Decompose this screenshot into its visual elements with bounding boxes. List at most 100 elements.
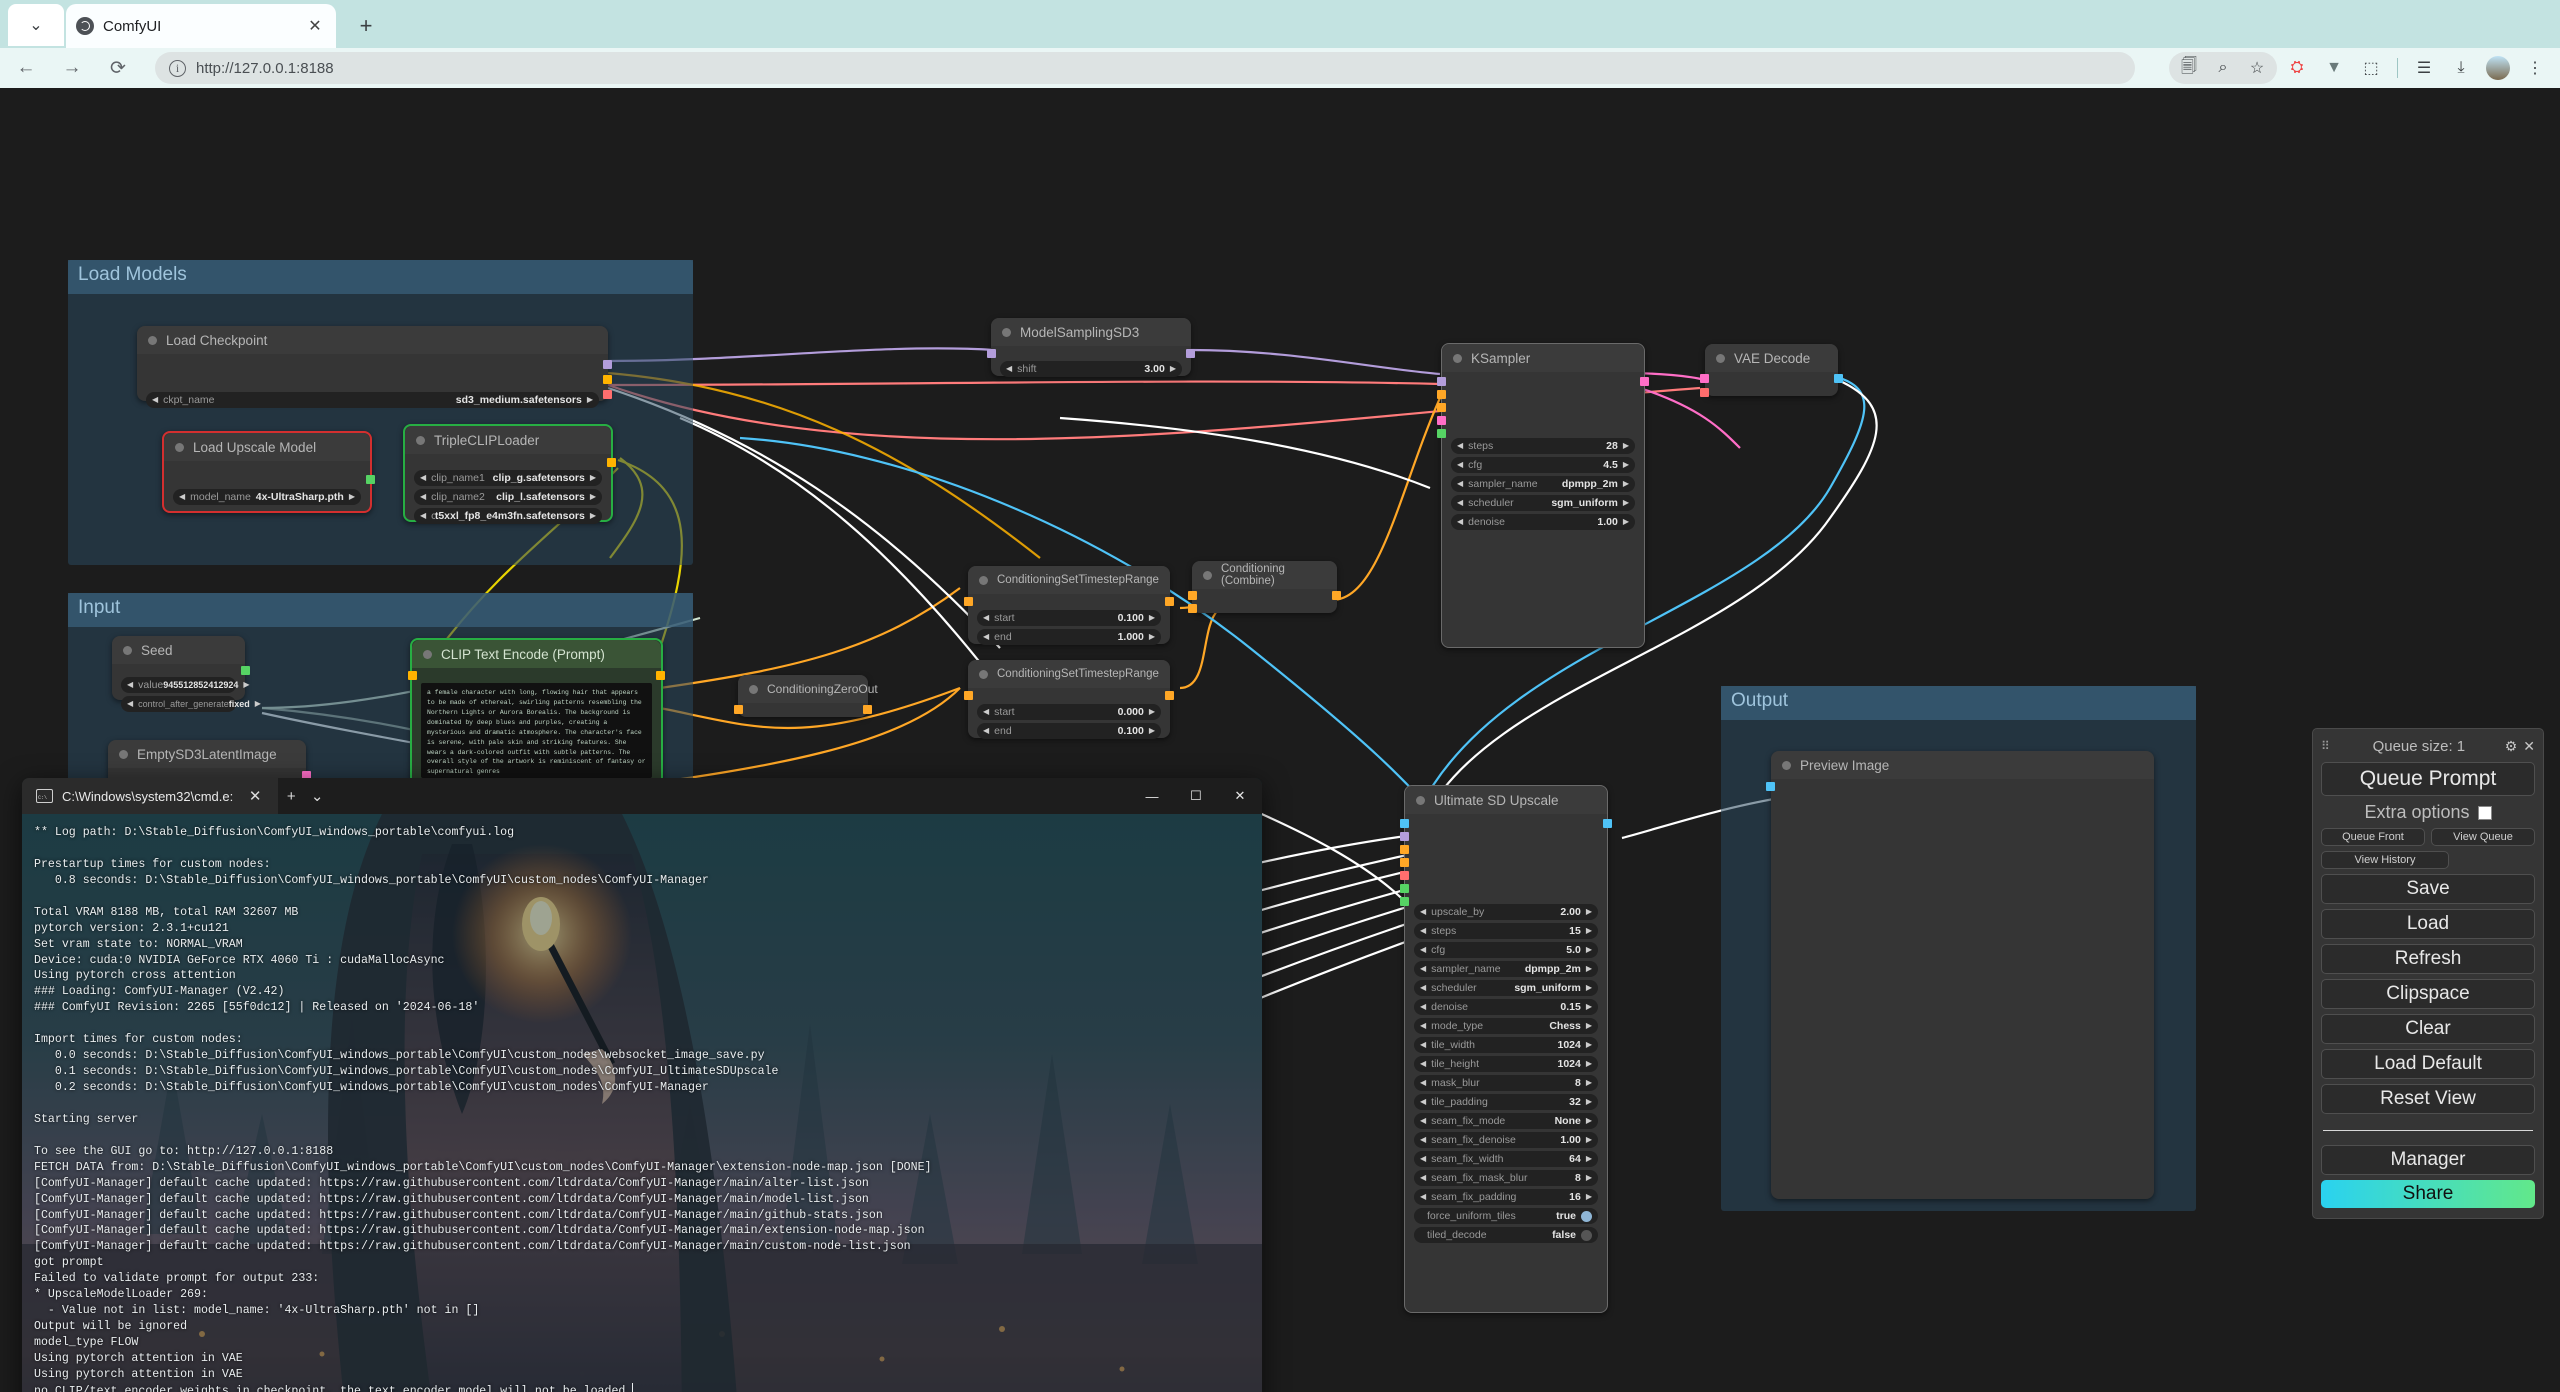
increment-arrow-icon[interactable]: ▶ [1586, 1041, 1592, 1049]
profile-avatar[interactable] [2481, 52, 2515, 84]
widget-seam-fix-mode[interactable]: ◀ seam_fix_mode None ▶ [1414, 1113, 1598, 1129]
decrement-arrow-icon[interactable]: ◀ [1420, 927, 1426, 935]
widget-tiled-decode[interactable]: tiled_decode false [1414, 1227, 1598, 1243]
node-clip-text-encode[interactable]: CLIP Text Encode (Prompt) a female chara… [408, 638, 665, 790]
back-icon[interactable]: ← [6, 52, 46, 84]
increment-arrow-icon[interactable]: ▶ [255, 700, 261, 708]
gear-icon[interactable]: ⚙ [2505, 738, 2518, 755]
port-conditioning-2-input[interactable] [1188, 604, 1197, 613]
decrement-arrow-icon[interactable]: ◀ [1420, 908, 1426, 916]
chevron-down-icon[interactable]: ⌄ [304, 787, 330, 805]
load-default-button[interactable]: Load Default [2321, 1049, 2535, 1079]
decrement-arrow-icon[interactable]: ◀ [1457, 442, 1463, 450]
address-bar[interactable]: i http://127.0.0.1:8188 [155, 52, 2135, 84]
widget-scheduler[interactable]: ◀ scheduler sgm_uniform ▶ [1414, 980, 1598, 996]
widget-seam-fix-mask-blur[interactable]: ◀ seam_fix_mask_blur 8 ▶ [1414, 1170, 1598, 1186]
widget-clip-name2[interactable]: ◀ clip_name2 clip_l.safetensors ▶ [414, 489, 602, 505]
port-images-input[interactable] [1766, 782, 1775, 791]
collapse-dot-icon[interactable] [979, 575, 988, 585]
port-image-output[interactable] [1834, 374, 1843, 383]
new-tab-button[interactable]: + [350, 10, 382, 42]
node-ultimate-sd-upscale[interactable]: Ultimate SD Upscale ◀ upscale_by 2.00 ▶ ◀ ste… [1400, 785, 1612, 1313]
increment-arrow-icon[interactable]: ▶ [1623, 461, 1629, 469]
decrement-arrow-icon[interactable]: ◀ [1420, 1060, 1426, 1068]
port-model-output[interactable] [603, 360, 612, 369]
widget-model-name[interactable]: ◀ model_name 4x-UltraSharp.pth ▶ [173, 489, 361, 505]
decrement-arrow-icon[interactable]: ◀ [983, 727, 989, 735]
node-header[interactable]: ConditioningSetTimestepRange [968, 566, 1170, 594]
port-image-output[interactable] [1603, 819, 1612, 828]
collapse-dot-icon[interactable] [1416, 795, 1425, 805]
decrement-arrow-icon[interactable]: ◀ [1006, 365, 1012, 373]
decrement-arrow-icon[interactable]: ◀ [1420, 965, 1426, 973]
widget-sampler-name[interactable]: ◀ sampler_name dpmpp_2m ▶ [1451, 476, 1635, 492]
decrement-arrow-icon[interactable]: ◀ [152, 396, 158, 404]
decrement-arrow-icon[interactable]: ◀ [420, 512, 426, 520]
decrement-arrow-icon[interactable]: ◀ [1420, 1136, 1426, 1144]
toggle-knob[interactable] [1581, 1210, 1592, 1222]
increment-arrow-icon[interactable]: ▶ [590, 493, 596, 501]
increment-arrow-icon[interactable]: ▶ [1586, 1022, 1592, 1030]
port-model-output[interactable] [1186, 349, 1195, 358]
node-header[interactable]: ConditioningSetTimestepRange [968, 660, 1170, 688]
widget-tile-width[interactable]: ◀ tile_width 1024 ▶ [1414, 1037, 1598, 1053]
decrement-arrow-icon[interactable]: ◀ [1420, 1003, 1426, 1011]
port-seed-output[interactable] [241, 666, 250, 675]
port-upscale-model-output[interactable] [366, 475, 375, 484]
port-conditioning-output[interactable] [656, 671, 665, 680]
widget-steps[interactable]: ◀ steps 15 ▶ [1414, 923, 1598, 939]
close-icon[interactable]: ✕ [304, 15, 326, 37]
node-vae-decode[interactable]: VAE Decode [1700, 344, 1843, 397]
node-load-upscale-model[interactable]: Load Upscale Model ◀ model_name 4x-Ultra… [162, 431, 375, 513]
node-header[interactable]: Seed [112, 636, 245, 664]
decrement-arrow-icon[interactable]: ◀ [1420, 984, 1426, 992]
port-clip-output[interactable] [607, 458, 616, 467]
comfyui-canvas[interactable]: Load Models Input Output Load Checkpoint… [0, 88, 2560, 1392]
terminal-window[interactable]: C:\ C:\Windows\system32\cmd.e: ✕ + ⌄ — ☐… [22, 778, 1262, 1392]
widget-clip-name1[interactable]: ◀ clip_name1 clip_g.safetensors ▶ [414, 470, 602, 486]
node-header[interactable]: VAE Decode [1705, 344, 1838, 372]
increment-arrow-icon[interactable]: ▶ [1623, 480, 1629, 488]
port-model-input[interactable] [1400, 832, 1409, 841]
port-vae-output[interactable] [603, 390, 612, 399]
decrement-arrow-icon[interactable]: ◀ [1457, 461, 1463, 469]
increment-arrow-icon[interactable]: ▶ [243, 681, 249, 689]
port-latent-output[interactable] [1640, 377, 1649, 386]
decrement-arrow-icon[interactable]: ◀ [983, 633, 989, 641]
decrement-arrow-icon[interactable]: ◀ [1420, 1022, 1426, 1030]
tab-search-button[interactable]: ⌄ [8, 4, 64, 46]
collapse-dot-icon[interactable] [423, 649, 432, 659]
decrement-arrow-icon[interactable]: ◀ [420, 493, 426, 501]
increment-arrow-icon[interactable]: ▶ [1586, 1079, 1592, 1087]
widget-seam-fix-denoise[interactable]: ◀ seam_fix_denoise 1.00 ▶ [1414, 1132, 1598, 1148]
sitemap-extension-icon[interactable]: ⛭ [2280, 52, 2314, 84]
port-conditioning-1-input[interactable] [1188, 591, 1197, 600]
reset-view-button[interactable]: Reset View [2321, 1084, 2535, 1114]
node-preview-image[interactable]: Preview Image [1766, 751, 2154, 1199]
prompt-textarea[interactable]: a female character with long, flowing ha… [421, 683, 652, 778]
collapse-dot-icon[interactable] [175, 442, 184, 452]
port-conditioning-output[interactable] [863, 705, 872, 714]
port-seed-input[interactable] [1437, 429, 1446, 438]
widget-cfg[interactable]: ◀ cfg 5.0 ▶ [1414, 942, 1598, 958]
widget-shift[interactable]: ◀ shift 3.00 ▶ [1000, 361, 1182, 377]
increment-arrow-icon[interactable]: ▶ [1586, 1060, 1592, 1068]
collapse-dot-icon[interactable] [1716, 353, 1725, 363]
increment-arrow-icon[interactable]: ▶ [1586, 984, 1592, 992]
new-tab-icon[interactable]: + [278, 788, 304, 805]
close-button[interactable]: ✕ [1218, 778, 1262, 814]
reading-list-icon[interactable]: ☰ [2407, 52, 2441, 84]
node-load-checkpoint[interactable]: Load Checkpoint ◀ ckpt_name sd3_medium.s… [137, 326, 612, 408]
collapse-dot-icon[interactable] [123, 645, 132, 655]
decrement-arrow-icon[interactable]: ◀ [1420, 1041, 1426, 1049]
port-vae-input[interactable] [1400, 871, 1409, 880]
decrement-arrow-icon[interactable]: ◀ [1457, 480, 1463, 488]
increment-arrow-icon[interactable]: ▶ [1149, 633, 1155, 641]
increment-arrow-icon[interactable]: ▶ [1586, 927, 1592, 935]
forward-icon[interactable]: → [52, 52, 92, 84]
widget-mask-blur[interactable]: ◀ mask_blur 8 ▶ [1414, 1075, 1598, 1091]
port-upscale-model-input[interactable] [1400, 884, 1409, 893]
port-model-input[interactable] [987, 349, 996, 358]
increment-arrow-icon[interactable]: ▶ [1586, 1155, 1592, 1163]
increment-arrow-icon[interactable]: ▶ [1586, 1136, 1592, 1144]
